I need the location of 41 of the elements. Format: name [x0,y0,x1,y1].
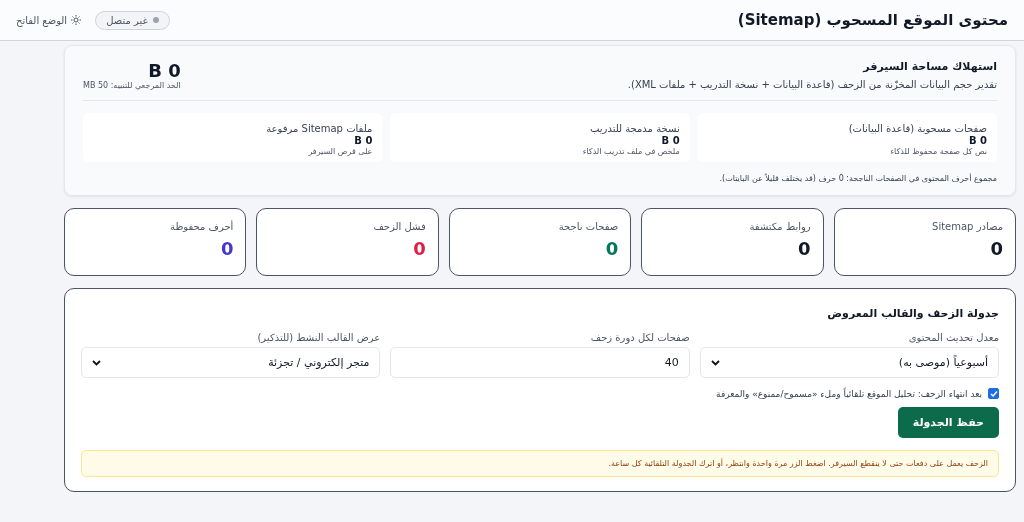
stat-value: 0 [219,238,234,259]
card-title: جدولة الزحف والقالب المعروض [826,307,999,320]
select-field[interactable]: متجر إلكتروني / تجزئة [81,347,381,378]
stat-value: 0 [989,238,1003,259]
stat-value: 0 [797,238,811,259]
stat-label: مصادر Sitemap [931,221,1003,232]
field-label: معدل تحديث المحتوى [907,332,999,343]
item-value: B 0 [660,135,680,146]
stat-label: فشل الزحف [372,221,426,232]
checkbox[interactable] [988,388,999,399]
card-title: استهلاك مساحة السيرفر [861,60,997,73]
item-note: على قرص السيرفر [307,147,373,156]
card-description: تقدير حجم البيانات المخزّنة من الزحف (قاعدة البيانات + نسخة التدريب + ملفات XML). [627,79,997,90]
item-label: ملفات Sitemap مرفوعة [265,123,373,134]
input-field[interactable]: 40 [390,347,690,378]
limit-note: الحد المرجعي للتنبيه: 50 MB [83,81,181,90]
footnote: مجموع أحرف المحتوى في الصفحات الناجحة: 0 حرف (قد يختلف قليلاً عن البايتات). [718,174,997,183]
item-value: B 0 [967,135,987,146]
item-value: B 0 [353,135,373,146]
stat-value: 0 [604,238,619,259]
theme-button[interactable]: الوضع الفاتح [12,11,86,29]
stat-label: أحرف محفوظة [169,221,234,232]
stat-label: روابط مكتشفة [748,221,811,232]
chevron-down-icon [710,359,720,366]
page-title: محتوى الموقع المسحوب (Sitemap) [737,11,1008,29]
item-note: ملخص في ملف تدريب الذكاء [581,147,680,156]
notice-banner: الزحف يعمل على دفعات حتى لا ينقطع السيرفر. اضغط الزر مرة واحدة وانتظر، أو اترك الجدولة التلقائية كل ساعة. [81,450,999,477]
item-label: نسخة مدمجة للتدريب [588,123,680,134]
field-label: صفحات لكل دورة زحف [589,332,690,343]
item-label: صفحات مسحوبة (قاعدة البيانات) [847,123,987,134]
total-size: B 0 [147,60,181,81]
field-label: عرض القالب النشط (للتذكير) [256,332,381,343]
select-field[interactable]: أسبوعياً (موصى به) [699,347,999,378]
sun-icon [71,15,82,25]
stat-label: صفحات ناجحة [557,221,619,232]
stat-value: 0 [412,238,426,259]
save-button[interactable]: حفظ الجدولة [897,407,999,438]
checkbox-label: بعد انتهاء الزحف: تحليل الموقع تلقائياً وملء «مسموح/ممنوع» والمعرفة [716,388,982,399]
chevron-down-icon [92,359,101,366]
item-note: نص كل صفحة محفوظ للذكاء [889,147,987,156]
status-badge: غير متصل [95,10,170,30]
